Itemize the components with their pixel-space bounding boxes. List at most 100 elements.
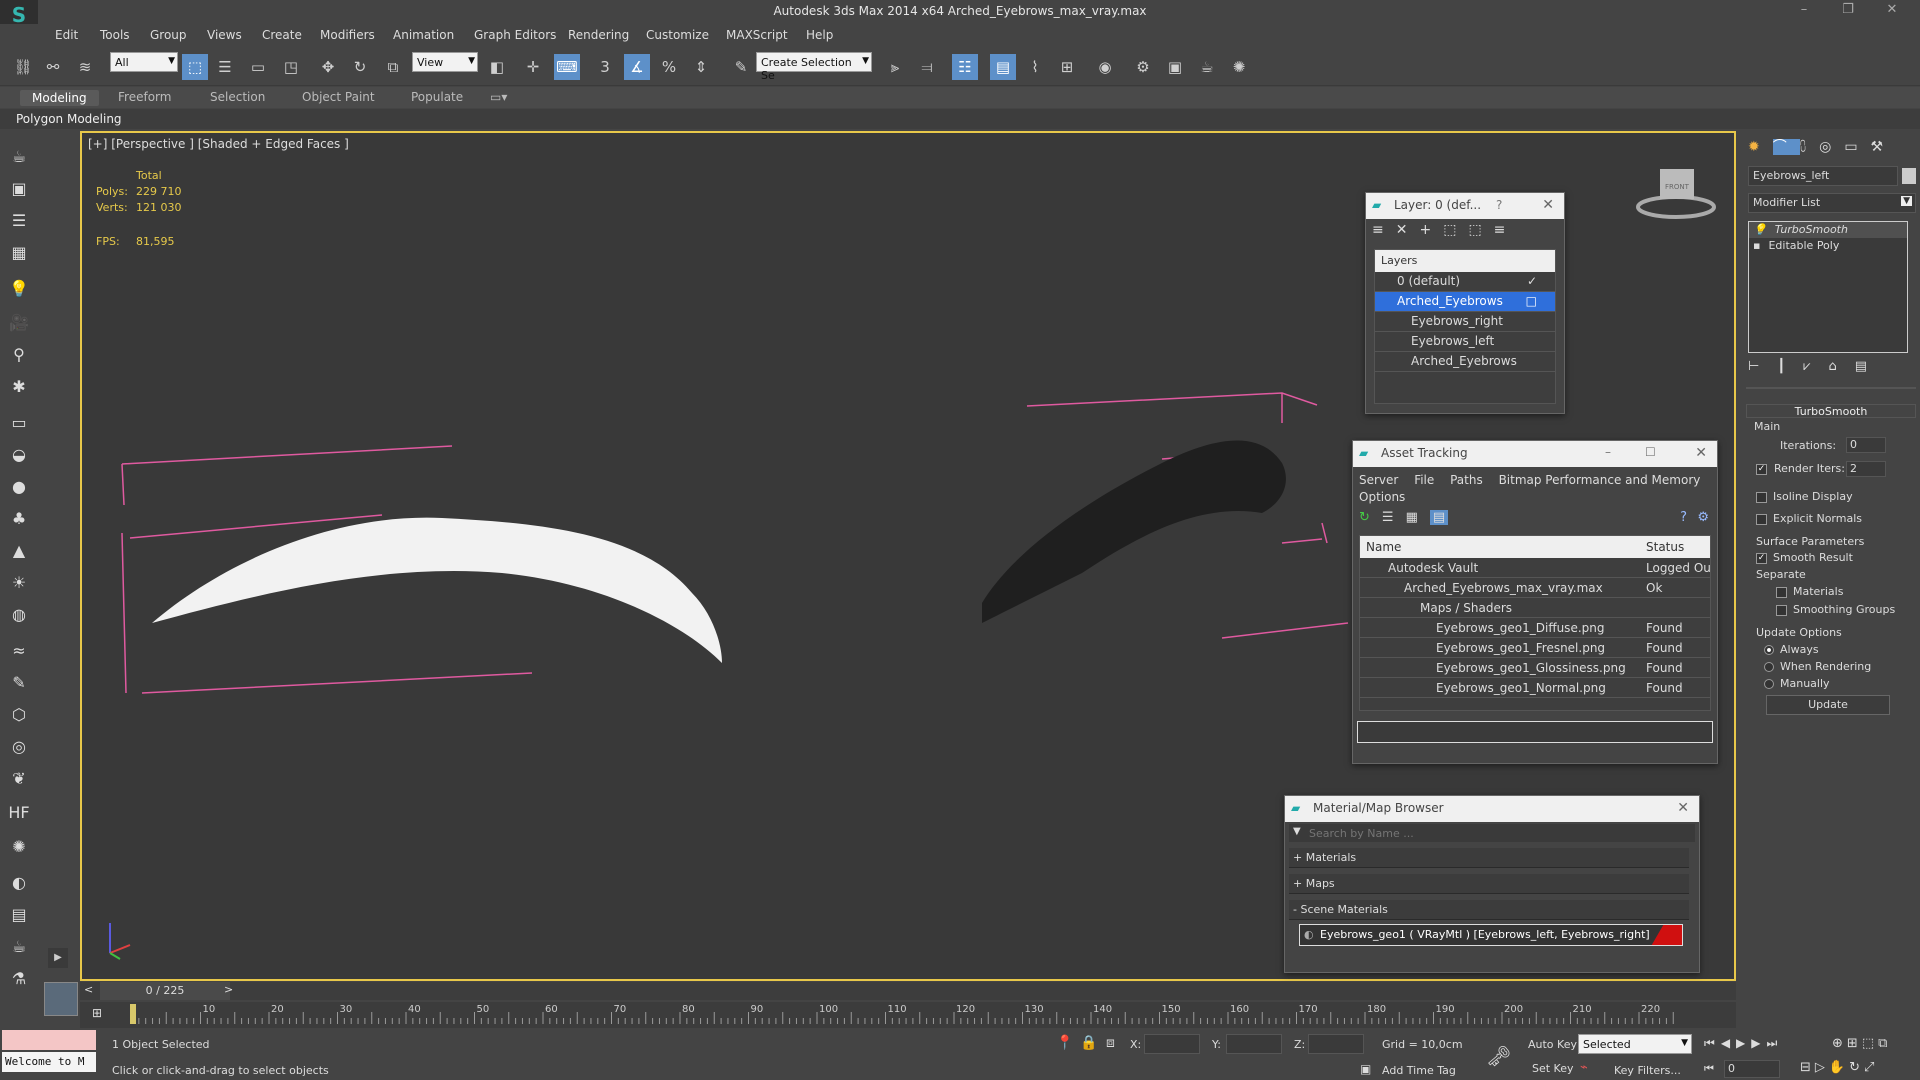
- move-icon[interactable]: ✥: [315, 54, 341, 80]
- smooth-result-row[interactable]: ✓ Smooth Result: [1756, 551, 1853, 564]
- next-key-icon[interactable]: ▶: [1751, 1036, 1766, 1050]
- add-time-tag[interactable]: Add Time Tag: [1382, 1064, 1456, 1077]
- layer-row-selected[interactable]: Arched_Eyebrows □: [1375, 292, 1555, 312]
- motion-tab-icon[interactable]: ◎: [1819, 139, 1844, 155]
- refresh-icon[interactable]: ↻: [1359, 510, 1370, 525]
- menu-paths[interactable]: Paths: [1450, 473, 1483, 487]
- maximize-icon[interactable]: ☐: [1645, 445, 1656, 459]
- teapot-icon[interactable]: ☕: [6, 144, 32, 170]
- rotate-icon[interactable]: ↻: [347, 54, 373, 80]
- render-production-icon[interactable]: ☕: [1194, 54, 1220, 80]
- viewcube[interactable]: FRONT: [1636, 169, 1716, 219]
- snaps-toggle-icon[interactable]: 3: [592, 54, 618, 80]
- left-eyebrow-mesh[interactable]: [152, 517, 722, 663]
- bulb-icon[interactable]: 💡: [1753, 223, 1767, 236]
- set-key-button[interactable]: Set Key: [1532, 1062, 1574, 1075]
- window-crossing-icon[interactable]: ◳: [278, 54, 304, 80]
- menu-help[interactable]: Help: [806, 28, 833, 42]
- settings-icon[interactable]: ⚙: [1697, 510, 1709, 525]
- expand-icon[interactable]: ▪: [1753, 239, 1760, 252]
- asset-tracking-dialog[interactable]: Asset Tracking ▰ – ☐ ✕ Server File Paths…: [1352, 440, 1718, 764]
- polygon-modeling-label[interactable]: Polygon Modeling: [16, 112, 122, 126]
- asset-row[interactable]: Eyebrows_geo1_Diffuse.png Found: [1360, 618, 1710, 638]
- asset-row[interactable]: Eyebrows_geo1_Glossiness.png Found: [1360, 658, 1710, 678]
- menu-graph-editors[interactable]: Graph Editors: [474, 28, 556, 42]
- layer-row[interactable]: 0 (default) ✓: [1375, 272, 1555, 292]
- tab-populate[interactable]: Populate: [411, 90, 463, 104]
- key-icon[interactable]: 🗝: [1486, 1044, 1511, 1068]
- menu-tools[interactable]: Tools: [100, 28, 130, 42]
- iterations-spinner[interactable]: 0: [1846, 437, 1886, 453]
- ribbon-options-icon[interactable]: ▭▾: [490, 90, 507, 104]
- update-button[interactable]: Update: [1766, 695, 1890, 715]
- add-to-layer-icon[interactable]: +: [1419, 222, 1443, 238]
- when-rendering-row[interactable]: When Rendering: [1764, 660, 1871, 673]
- asset-row[interactable]: Autodesk Vault Logged Ou: [1360, 558, 1710, 578]
- tree-view-icon[interactable]: ▦: [1406, 510, 1418, 525]
- grid-icon[interactable]: ▦: [6, 240, 32, 266]
- asset-row[interactable]: Arched_Eyebrows_max_vray.max Ok: [1360, 578, 1710, 598]
- when-rendering-radio[interactable]: [1764, 662, 1774, 672]
- menu-bitmap-performance[interactable]: Bitmap Performance and Memory: [1499, 473, 1701, 487]
- maxscript-listener[interactable]: Welcome to M: [2, 1052, 96, 1072]
- explicit-normals-checkbox[interactable]: [1756, 513, 1767, 525]
- menu-views[interactable]: Views: [207, 28, 242, 42]
- x-field[interactable]: [1144, 1034, 1200, 1054]
- hair-icon[interactable]: ≈: [6, 638, 32, 664]
- align-icon[interactable]: ⫤: [914, 54, 940, 80]
- angle-snap-icon[interactable]: ∡: [624, 54, 650, 80]
- column-status[interactable]: Status: [1646, 540, 1684, 554]
- close-icon[interactable]: ✕: [1542, 197, 1554, 213]
- time-tag-icon[interactable]: ▣: [1360, 1062, 1371, 1076]
- always-radio[interactable]: [1764, 645, 1774, 655]
- auto-key-button[interactable]: Auto Key: [1528, 1038, 1577, 1051]
- key-filters-button[interactable]: Key Filters...: [1614, 1064, 1681, 1077]
- mini-curve-editor-icon[interactable]: [44, 982, 78, 1016]
- tab-freeform[interactable]: Freeform: [118, 90, 171, 104]
- paint-icon[interactable]: ✎: [6, 670, 32, 696]
- layer-toggle-icon[interactable]: □: [1526, 294, 1537, 308]
- close-icon[interactable]: ✕: [1677, 800, 1689, 816]
- link-icon[interactable]: ⛓: [10, 54, 36, 80]
- object-row[interactable]: Eyebrows_right: [1375, 312, 1555, 332]
- unlink-icon[interactable]: ⚯: [40, 54, 66, 80]
- materials-checkbox[interactable]: [1776, 586, 1787, 598]
- rect-selection-icon[interactable]: ▭: [245, 54, 271, 80]
- mirror-icon[interactable]: ⫸: [882, 54, 908, 80]
- scale-icon[interactable]: ⧉: [380, 54, 406, 80]
- delete-layer-icon[interactable]: ✕: [1396, 222, 1420, 238]
- percent-snap-icon[interactable]: %: [656, 54, 682, 80]
- fov-icon[interactable]: ▷: [1815, 1060, 1829, 1075]
- zoom-icon[interactable]: ⊕: [1832, 1036, 1847, 1051]
- current-frame-field[interactable]: 0: [1724, 1060, 1780, 1078]
- menu-customize[interactable]: Customize: [646, 28, 709, 42]
- zoom-extents-icon[interactable]: ⬚: [1862, 1036, 1878, 1051]
- isoline-row[interactable]: Isoline Display: [1756, 490, 1853, 503]
- ref-coord-dropdown[interactable]: View ▼: [412, 52, 478, 72]
- hair-fur-icon[interactable]: HF: [6, 800, 32, 826]
- hide-all-icon[interactable]: ≡: [1494, 222, 1518, 238]
- remove-modifier-icon[interactable]: ⌂: [1829, 359, 1855, 374]
- smoothing-groups-row[interactable]: Smoothing Groups: [1776, 603, 1895, 616]
- z-field[interactable]: [1308, 1034, 1364, 1054]
- selection-filter-dropdown[interactable]: All ▼: [110, 52, 178, 72]
- sun-icon[interactable]: ☀: [6, 570, 32, 596]
- right-eyebrow-mesh[interactable]: [982, 440, 1286, 624]
- orbit-icon[interactable]: ↻: [1849, 1060, 1864, 1075]
- menu-create[interactable]: Create: [262, 28, 302, 42]
- menu-maxscript[interactable]: MAXScript: [726, 28, 788, 42]
- track-icon[interactable]: ⊞: [92, 1006, 102, 1020]
- box-icon[interactable]: ▭: [6, 410, 32, 436]
- select-object-icon[interactable]: ⬚: [182, 54, 208, 80]
- help-icon[interactable]: ?: [1496, 198, 1502, 212]
- utilities-tab-icon[interactable]: ⚒: [1871, 139, 1897, 155]
- zoom-all-icon[interactable]: ⊞: [1847, 1036, 1862, 1051]
- help-icon[interactable]: ?: [1680, 510, 1687, 525]
- display-tab-icon[interactable]: ▭: [1844, 139, 1870, 155]
- maps-section[interactable]: + Maps: [1289, 874, 1689, 894]
- isoline-checkbox[interactable]: [1756, 491, 1767, 503]
- prev-frame-icon[interactable]: <: [84, 983, 93, 996]
- menu-group[interactable]: Group: [150, 28, 187, 42]
- modifier-list-dropdown[interactable]: Modifier List ▼: [1748, 193, 1916, 213]
- restore-button[interactable]: ❐: [1838, 2, 1858, 22]
